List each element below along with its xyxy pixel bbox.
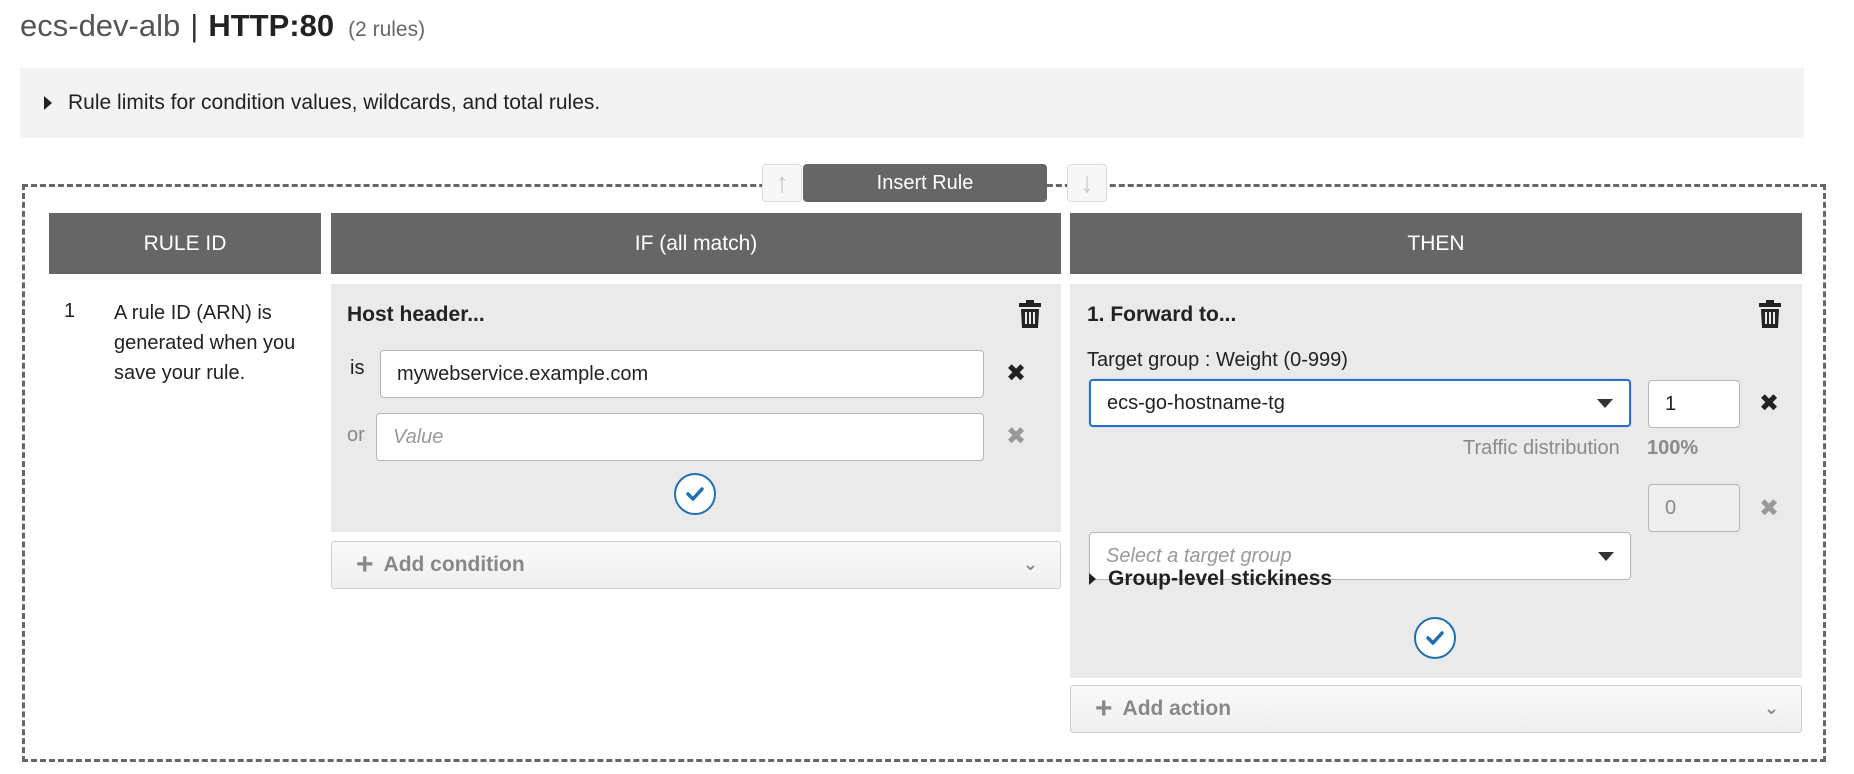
insert-rule-button[interactable]: Insert Rule bbox=[803, 164, 1047, 202]
add-condition-button[interactable]: + Add condition ⌄ bbox=[331, 541, 1061, 589]
load-balancer-name: ecs-dev-alb bbox=[20, 8, 181, 43]
arrow-down-icon: ↓ bbox=[1080, 167, 1094, 198]
group-level-stickiness-toggle[interactable]: Group-level stickiness bbox=[1089, 567, 1332, 591]
page-title: ecs-dev-alb | HTTP:80 (2 rules) bbox=[20, 8, 425, 48]
caret-right-icon bbox=[44, 96, 52, 110]
target-group-select[interactable]: ecs-go-hostname-tg bbox=[1089, 379, 1631, 427]
add-action-label: Add action bbox=[1122, 697, 1232, 720]
weight-input-2[interactable]: 0 bbox=[1648, 484, 1740, 532]
is-label: is bbox=[350, 357, 365, 379]
caret-down-icon bbox=[1598, 552, 1614, 561]
confirm-condition-button[interactable] bbox=[674, 473, 716, 515]
condition-title: Host header... bbox=[347, 303, 485, 326]
weight-value-2: 0 bbox=[1665, 496, 1677, 519]
column-header-then: THEN bbox=[1070, 213, 1802, 274]
remove-target-icon[interactable]: ✖ bbox=[1759, 392, 1779, 416]
remove-value-icon[interactable]: ✖ bbox=[1006, 362, 1026, 386]
listener-name: HTTP:80 bbox=[208, 8, 335, 43]
add-condition-label: Add condition bbox=[383, 553, 525, 576]
rule-number: 1 bbox=[64, 300, 76, 322]
remove-empty-value-icon[interactable]: ✖ bbox=[1006, 425, 1026, 449]
traffic-distribution-value: 100% bbox=[1647, 437, 1699, 459]
target-group-placeholder: Select a target group bbox=[1106, 544, 1292, 567]
action-title: 1. Forward to... bbox=[1087, 303, 1237, 326]
target-group-value: ecs-go-hostname-tg bbox=[1107, 391, 1285, 414]
checkmark-icon bbox=[1426, 631, 1444, 645]
host-header-input[interactable] bbox=[380, 350, 984, 398]
weight-value: 1 bbox=[1665, 392, 1677, 415]
or-label: or bbox=[347, 424, 365, 446]
move-up-button[interactable]: ↑ bbox=[762, 164, 802, 202]
caret-right-icon bbox=[1089, 573, 1096, 585]
plus-icon: + bbox=[356, 548, 374, 581]
chevron-down-icon: ⌄ bbox=[1022, 554, 1038, 574]
trash-icon[interactable] bbox=[1019, 300, 1041, 328]
traffic-distribution-label: Traffic distribution bbox=[1463, 437, 1620, 459]
host-header-value-input[interactable] bbox=[376, 413, 984, 461]
target-group-weight-label: Target group : Weight (0-999) bbox=[1087, 349, 1348, 371]
title-separator: | bbox=[190, 8, 199, 43]
remove-target-2-icon[interactable]: ✖ bbox=[1759, 497, 1779, 521]
rule-limits-expander[interactable]: Rule limits for condition values, wildca… bbox=[20, 68, 1804, 138]
move-down-button[interactable]: ↓ bbox=[1067, 164, 1107, 202]
chevron-down-icon: ⌄ bbox=[1763, 698, 1779, 718]
group-level-stickiness-label: Group-level stickiness bbox=[1108, 567, 1333, 590]
checkmark-icon bbox=[686, 487, 704, 501]
add-action-button[interactable]: + Add action ⌄ bbox=[1070, 685, 1802, 733]
weight-input[interactable]: 1 bbox=[1648, 380, 1740, 428]
column-header-if: IF (all match) bbox=[331, 213, 1061, 274]
column-header-rule-id: RULE ID bbox=[49, 213, 321, 274]
rule-limits-label: Rule limits for condition values, wildca… bbox=[68, 91, 601, 114]
caret-down-icon bbox=[1597, 399, 1613, 408]
arrow-up-icon: ↑ bbox=[775, 167, 789, 198]
rules-count: (2 rules) bbox=[348, 18, 426, 41]
confirm-action-button[interactable] bbox=[1414, 617, 1456, 659]
plus-icon: + bbox=[1095, 692, 1113, 725]
rule-id-description: A rule ID (ARN) is generated when you sa… bbox=[114, 302, 296, 384]
trash-icon[interactable] bbox=[1759, 300, 1781, 328]
